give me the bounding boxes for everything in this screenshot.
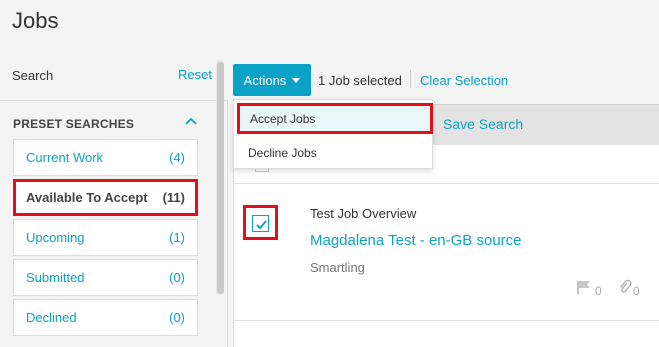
- sidebar: Search Reset PRESET SEARCHES Current Wor…: [0, 56, 228, 347]
- preset-searches-panel: PRESET SEARCHES Current Work (4) Availab…: [0, 100, 228, 347]
- actions-button-label: Actions: [243, 72, 287, 88]
- preset-item-label: Submitted: [26, 270, 85, 285]
- accept-jobs-menu-item[interactable]: Accept Jobs: [237, 103, 433, 134]
- preset-list: Current Work (4) Available To Accept (11…: [13, 139, 198, 339]
- caret-down-icon: [292, 77, 301, 83]
- jobs-page: Jobs Search Reset PRESET SEARCHES Curren…: [0, 0, 659, 347]
- job-client: Smartling: [310, 260, 365, 275]
- search-label: Search: [12, 68, 54, 83]
- reset-link[interactable]: Reset: [178, 67, 212, 82]
- flag-count: 0: [595, 284, 602, 298]
- preset-item-count: (0): [169, 270, 185, 285]
- clear-selection-link[interactable]: Clear Selection: [420, 73, 508, 88]
- preset-item-submitted[interactable]: Submitted (0): [13, 259, 198, 296]
- job-overview: Test Job Overview: [310, 206, 417, 221]
- row-divider: [233, 320, 659, 321]
- selection-count: 1 Job selected: [318, 73, 402, 88]
- page-title: Jobs: [12, 8, 59, 33]
- preset-item-count: (11): [162, 190, 185, 205]
- preset-item-current-work[interactable]: Current Work (4): [13, 139, 198, 176]
- preset-item-declined[interactable]: Declined (0): [13, 299, 198, 336]
- checkmark-icon: [256, 220, 267, 230]
- actions-button[interactable]: Actions: [233, 64, 311, 96]
- preset-item-label: Upcoming: [26, 230, 85, 245]
- preset-searches-header: PRESET SEARCHES: [13, 117, 135, 131]
- toolbar-divider: [410, 70, 411, 88]
- chevron-up-icon[interactable]: [184, 116, 198, 126]
- save-search-link[interactable]: Save Search: [443, 116, 523, 132]
- preset-item-available-to-accept[interactable]: Available To Accept (11): [13, 179, 198, 216]
- preset-item-count: (0): [169, 310, 185, 325]
- preset-item-label: Declined: [26, 310, 77, 325]
- preset-item-label: Current Work: [26, 150, 104, 165]
- attachment-count: 0: [633, 284, 640, 298]
- job-title-link[interactable]: Magdalena Test - en-GB source: [310, 232, 522, 249]
- preset-item-upcoming[interactable]: Upcoming (1): [13, 219, 198, 256]
- flag-icon: [577, 281, 590, 294]
- paperclip-icon: [619, 279, 632, 293]
- row-divider: [233, 183, 659, 184]
- actions-dropdown-menu: Accept Jobs Decline Jobs: [233, 99, 433, 169]
- preset-item-count: (4): [169, 150, 185, 165]
- decline-jobs-menu-item[interactable]: Decline Jobs: [234, 138, 432, 168]
- preset-item-count: (1): [169, 230, 185, 245]
- sidebar-scrollbar-thumb[interactable]: [217, 62, 224, 294]
- job-select-checkbox[interactable]: [252, 215, 269, 232]
- preset-item-label: Available To Accept: [26, 190, 148, 205]
